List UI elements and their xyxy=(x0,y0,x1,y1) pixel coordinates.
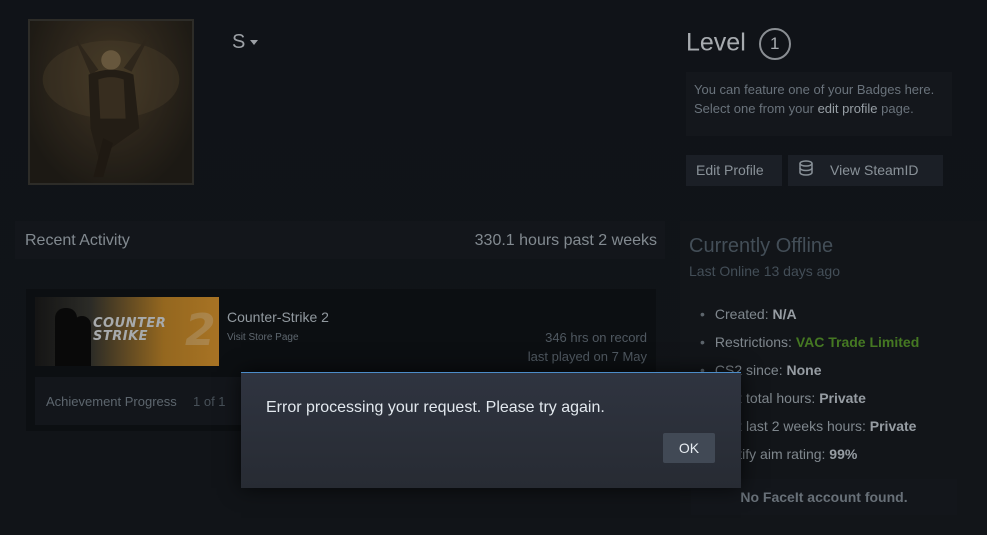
error-message: Error processing your request. Please tr… xyxy=(266,399,605,416)
ok-button[interactable]: OK xyxy=(663,433,715,463)
error-dialog: Error processing your request. Please tr… xyxy=(241,372,741,488)
